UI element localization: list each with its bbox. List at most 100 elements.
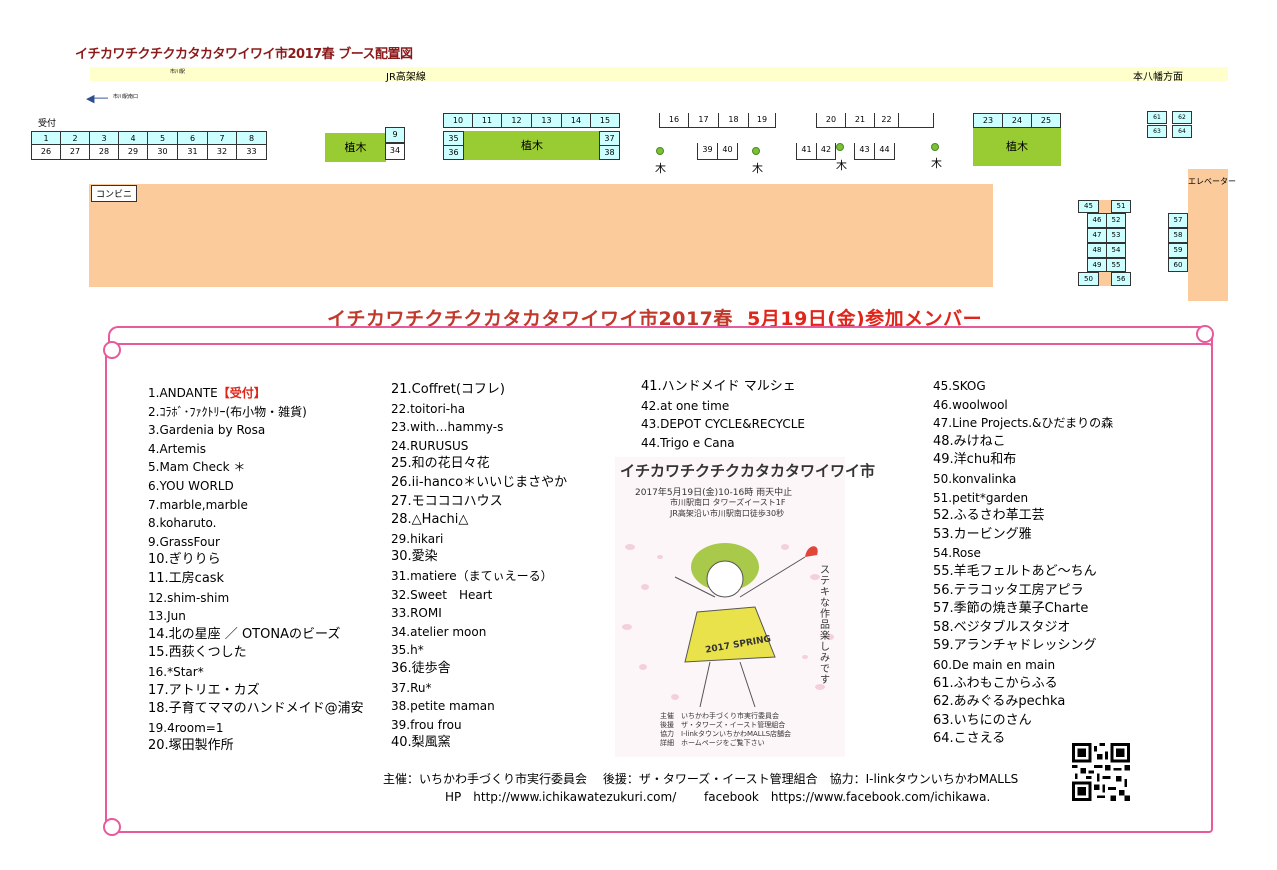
- member-item: 7.marble,marble: [148, 497, 248, 512]
- member-item: 24.RURUSUS: [391, 438, 469, 453]
- booth-38: 38: [599, 145, 620, 160]
- booth-39: 39: [697, 143, 718, 160]
- tree-icon: [656, 147, 664, 155]
- member-item: 45.SKOG: [933, 379, 986, 393]
- member-item: 37.Ru*: [391, 680, 432, 695]
- booth-27: 27: [60, 144, 90, 160]
- members-column-4: 45.SKOG 46.woolwool 47.Line Projects.&ひだ…: [933, 377, 1113, 749]
- members-column-3: 41.ハンドメイド マルシェ 42.at one time 43.DEPOT C…: [641, 378, 805, 452]
- tree-icon: [931, 143, 939, 151]
- member-item: 62.あみぐるみpechka: [933, 694, 1066, 710]
- booth-46: 46: [1087, 213, 1107, 228]
- member-item: 38.petite maman: [391, 699, 495, 714]
- member-item: 36.徒歩舎: [391, 660, 451, 676]
- poster-credit-line: 詳細 ホームページをご覧下さい: [660, 739, 765, 747]
- booth-15: 15: [590, 113, 620, 128]
- poster-credits: 主催 いちかわ手づくり市実行委員会 後援 ザ・タワーズ・イースト管理組合 協力 …: [660, 712, 791, 748]
- member-item: 27.モコココハウス: [391, 493, 503, 509]
- member-item: 9.GrassFour: [148, 534, 220, 549]
- tree-icon: [752, 147, 760, 155]
- booth-54: 54: [1106, 243, 1126, 258]
- member-item: 39.frou frou: [391, 717, 462, 732]
- member-item: 33.ROMI: [391, 606, 442, 621]
- booth-5: 5: [147, 131, 178, 145]
- jr-line-label: JR高架線: [386, 72, 426, 83]
- member-item: 11.工房cask: [148, 570, 225, 586]
- booth-64: 64: [1172, 125, 1192, 138]
- booth-59: 59: [1168, 243, 1188, 258]
- booth-37: 37: [599, 131, 620, 146]
- booth-1: 1: [31, 131, 61, 145]
- member-item: 61.ふわもこからふる: [933, 675, 1058, 691]
- south-exit-label: 市川駅南口: [113, 94, 139, 100]
- footer-links[interactable]: HP http://www.ichikawatezukuri.com/ face…: [445, 788, 990, 805]
- booth-47: 47: [1087, 228, 1107, 243]
- booth-blank: [898, 113, 934, 128]
- plant-3: 植木: [973, 128, 1061, 166]
- booth-52: 52: [1106, 213, 1126, 228]
- booth-36: 36: [443, 145, 464, 160]
- tree-label: 木: [931, 157, 942, 170]
- poster-side-text: ステキな作品楽しみです: [820, 565, 830, 686]
- qr-code-icon[interactable]: [1068, 743, 1134, 801]
- member-item: 48.みけねこ: [933, 433, 1006, 449]
- tree-label: 木: [836, 159, 847, 172]
- booth-33: 33: [236, 144, 267, 160]
- member-item: 16.*Star*: [148, 664, 204, 679]
- member-item: 26.ii-hanco＊いいじまさやか: [391, 474, 568, 490]
- member-item: 63.いちにのさん: [933, 712, 1032, 728]
- member-item: 1.ANDANTE【受付】: [148, 386, 266, 400]
- scroll-curl-icon: [103, 818, 121, 836]
- member-item: 60.De main en main: [933, 657, 1056, 672]
- member-item: 31.matiere（まてぃえーる）: [391, 568, 553, 583]
- poster-credit-line: 協力 I-linkタウンいちかわMALLS店舗会: [660, 730, 792, 738]
- member-item: 54.Rose: [933, 546, 981, 561]
- member-item: 10.ぎりりら: [148, 552, 221, 568]
- konbini-label: コンビニ: [91, 185, 138, 202]
- poster-credit-line: 後援 ザ・タワーズ・イースト管理組合: [660, 721, 786, 729]
- member-item: 23.with…hammy-s: [391, 420, 504, 435]
- booth-30: 30: [147, 144, 178, 160]
- map-title: イチカワチクチクカタカタワイワイ市2017春 ブース配置図: [75, 47, 413, 62]
- booth-25: 25: [1031, 113, 1061, 128]
- booth-61: 61: [1147, 111, 1167, 124]
- booth-57: 57: [1168, 213, 1188, 228]
- jr-line-bar: [90, 67, 1228, 81]
- poster-credit-line: 主催 いちかわ手づくり市実行委員会: [660, 712, 779, 720]
- booth-13: 13: [531, 113, 562, 128]
- booth-21: 21: [845, 113, 875, 128]
- tree-label: 木: [752, 162, 763, 175]
- booth-50: 50: [1078, 272, 1099, 286]
- member-item: 14.北の星座 ／ OTONAのビーズ: [148, 626, 341, 642]
- booth-18: 18: [718, 113, 749, 128]
- elevator-area: [1188, 169, 1228, 301]
- member-item: 44.Trigo e Cana: [641, 435, 735, 450]
- member-item: 25.和の花日々花: [391, 456, 490, 472]
- tree-icon: [836, 143, 844, 151]
- member-item: 19.4room=1: [148, 720, 224, 735]
- member-item: 28.△Hachi△: [391, 512, 469, 528]
- booth-29: 29: [118, 144, 148, 160]
- booth-42: 42: [816, 143, 836, 160]
- scroll-curl-icon: [1196, 325, 1214, 343]
- booth-26: 26: [31, 144, 61, 160]
- member-item: 22.toitori-ha: [391, 401, 466, 416]
- poster-venue-1: 市川駅南口 タワーズイースト1F: [670, 498, 786, 507]
- member-item: 46.woolwool: [933, 397, 1008, 412]
- motoyawata-label: 本八幡方面: [1133, 72, 1183, 83]
- booth-10: 10: [443, 113, 473, 128]
- booth-32: 32: [207, 144, 237, 160]
- member-item: 13.Jun: [148, 609, 186, 624]
- plant-1: 植木: [325, 133, 386, 162]
- member-item: 55.羊毛フェルトあど～ちん: [933, 563, 1097, 579]
- ichikawa-station-label: 市川駅: [170, 69, 186, 75]
- member-item: 40.梨風窯: [391, 735, 451, 751]
- booth-53: 53: [1106, 228, 1126, 243]
- member-item: 21.Coffret(コフレ): [391, 382, 505, 397]
- booth-19: 19: [748, 113, 776, 128]
- member-item: 57.季節の焼き菓子Charte: [933, 601, 1089, 617]
- member-item: 4.Artemis: [148, 441, 206, 456]
- members-column-1: 1.ANDANTE【受付】 2.ｺﾗﾎﾞ･ﾌｧｸﾄﾘｰ(布小物・雑貨) 3.Ga…: [148, 384, 364, 756]
- member-item: 35.h*: [391, 643, 424, 658]
- elevator-label: エレベーター: [1188, 177, 1236, 186]
